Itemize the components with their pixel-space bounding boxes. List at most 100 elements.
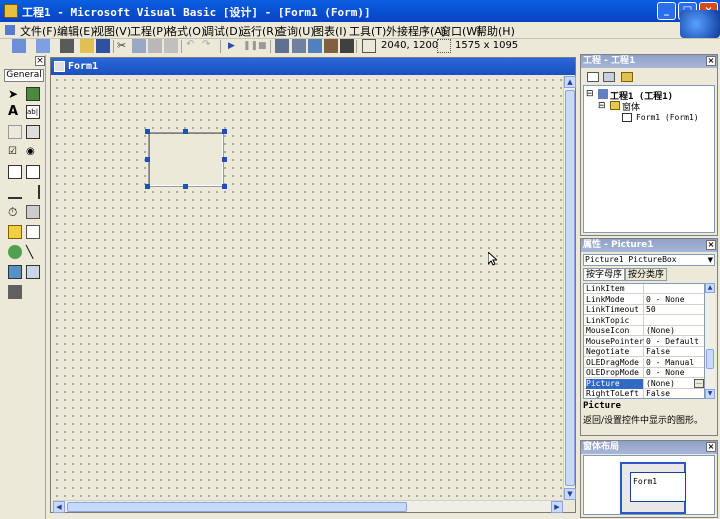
- scroll-right-icon[interactable]: ▶: [551, 501, 563, 513]
- property-row[interactable]: LinkTimeout 50: [584, 305, 704, 315]
- scroll-up-icon[interactable]: ▲: [564, 76, 576, 88]
- property-value[interactable]: 0 - Default: [646, 337, 704, 346]
- resize-handle[interactable]: [222, 184, 227, 189]
- resize-handle[interactable]: [145, 129, 150, 134]
- property-value[interactable]: False: [646, 347, 704, 356]
- scroll-thumb[interactable]: [706, 349, 714, 369]
- property-value[interactable]: 50: [646, 305, 704, 314]
- property-row-selected[interactable]: Picture (None)...: [584, 378, 704, 389]
- dropdown-arrow-icon[interactable]: ▼: [708, 255, 713, 265]
- menu-format[interactable]: 格式(O): [166, 23, 205, 39]
- menu-project[interactable]: 工程(P): [130, 23, 167, 39]
- view-object-icon[interactable]: [603, 72, 615, 82]
- add-form-icon[interactable]: [36, 39, 50, 53]
- window-titlebar[interactable]: 工程1 - Microsoft Visual Basic [设计] - [For…: [0, 0, 720, 22]
- form-position-preview[interactable]: Form1: [630, 472, 686, 502]
- data-tool-icon[interactable]: [26, 265, 40, 279]
- combobox-tool-icon[interactable]: [8, 165, 22, 179]
- resize-handle[interactable]: [145, 184, 150, 189]
- scroll-thumb[interactable]: [67, 502, 407, 512]
- property-row[interactable]: OLEDragMode 0 - Manual: [584, 357, 704, 368]
- drivelistbox-tool-icon[interactable]: [26, 205, 40, 219]
- form-layout-icon[interactable]: [308, 39, 322, 53]
- commandbutton-tool-icon[interactable]: [26, 125, 40, 139]
- object-selector[interactable]: Picture1 PictureBox ▼: [583, 254, 715, 266]
- resize-handle[interactable]: [222, 157, 227, 162]
- property-grid-scrollbar[interactable]: ▲ ▼: [705, 283, 715, 399]
- property-row[interactable]: LinkTopic: [584, 315, 704, 326]
- menu-help[interactable]: 帮助(H): [476, 23, 515, 39]
- property-value[interactable]: 0 - None: [646, 368, 704, 377]
- dirlistbox-tool-icon[interactable]: [8, 225, 22, 239]
- line-tool-icon[interactable]: ╲: [26, 245, 40, 259]
- menu-editor-icon[interactable]: [60, 39, 74, 53]
- optionbutton-tool-icon[interactable]: ◉: [26, 145, 40, 159]
- property-row[interactable]: LinkMode 0 - None: [584, 294, 704, 305]
- picturebox-control[interactable]: [148, 132, 224, 187]
- menu-diagram[interactable]: 图表(I): [313, 23, 347, 39]
- hscrollbar-tool-icon[interactable]: [8, 185, 22, 199]
- tree-expander-icon[interactable]: ⊟: [586, 89, 594, 99]
- property-row[interactable]: RightToLeft False: [584, 389, 704, 398]
- view-code-icon[interactable]: [587, 72, 599, 82]
- project-explorer-icon[interactable]: [275, 39, 289, 53]
- start-icon[interactable]: ▶: [228, 39, 242, 53]
- undo-icon[interactable]: ↶: [186, 39, 200, 53]
- resize-handle[interactable]: [145, 157, 150, 162]
- find-icon[interactable]: [164, 39, 178, 53]
- filelistbox-tool-icon[interactable]: [26, 225, 40, 239]
- copy-icon[interactable]: [132, 39, 146, 53]
- toggle-folders-icon[interactable]: [621, 72, 633, 82]
- menu-tools[interactable]: 工具(T): [349, 23, 386, 39]
- property-value[interactable]: False: [646, 389, 704, 398]
- tree-form1-item[interactable]: Form1 (Form1): [636, 113, 699, 122]
- menu-run[interactable]: 运行(R): [240, 23, 278, 39]
- property-row[interactable]: LinkItem: [584, 284, 704, 294]
- properties-window-icon[interactable]: [292, 39, 306, 53]
- form-titlebar[interactable]: Form1: [51, 58, 575, 75]
- toolbox-tab-general[interactable]: General: [4, 69, 44, 82]
- project-close-button[interactable]: ×: [706, 56, 716, 66]
- property-value[interactable]: 0 - None: [646, 295, 704, 304]
- form-horizontal-scrollbar[interactable]: ◀ ▶: [53, 500, 563, 513]
- menu-query[interactable]: 查询(U): [276, 23, 315, 39]
- menu-debug[interactable]: 调试(D): [203, 23, 242, 39]
- menu-addins[interactable]: 外接程序(A): [386, 23, 446, 39]
- form-vertical-scrollbar[interactable]: ▲ ▼: [563, 76, 576, 500]
- cut-icon[interactable]: ✂: [117, 39, 131, 53]
- scroll-up-icon[interactable]: ▲: [705, 283, 715, 293]
- ole-tool-icon[interactable]: [8, 285, 22, 299]
- paste-icon[interactable]: [148, 39, 162, 53]
- properties-close-button[interactable]: ×: [706, 240, 716, 250]
- scroll-down-icon[interactable]: ▼: [564, 488, 576, 500]
- image-tool-icon[interactable]: [8, 265, 22, 279]
- object-browser-icon[interactable]: [324, 39, 338, 53]
- shape-tool-icon[interactable]: [8, 245, 22, 259]
- property-value[interactable]: 0 - Manual: [646, 358, 704, 367]
- label-tool-icon[interactable]: A: [8, 105, 22, 119]
- layout-close-button[interactable]: ×: [706, 442, 716, 452]
- form-canvas[interactable]: [53, 76, 563, 500]
- tree-forms-folder[interactable]: 窗体: [622, 100, 640, 113]
- menu-edit[interactable]: 编辑(E): [57, 23, 95, 39]
- vscrollbar-tool-icon[interactable]: [26, 185, 40, 199]
- toolbox-close-button[interactable]: ×: [35, 56, 45, 66]
- resize-handle[interactable]: [183, 184, 188, 189]
- property-row[interactable]: MouseIcon (None): [584, 326, 704, 336]
- listbox-tool-icon[interactable]: [26, 165, 40, 179]
- frame-tool-icon[interactable]: [8, 125, 22, 139]
- open-project-icon[interactable]: [80, 39, 94, 53]
- toolbox-icon[interactable]: [340, 39, 354, 53]
- scroll-left-icon[interactable]: ◀: [53, 501, 65, 513]
- pointer-tool-icon[interactable]: ➤: [8, 87, 22, 101]
- ellipsis-button[interactable]: ...: [694, 378, 704, 388]
- picturebox-tool-icon[interactable]: [26, 87, 40, 101]
- break-icon[interactable]: ❚❚: [243, 39, 258, 53]
- tab-alphabetic[interactable]: 按字母序: [583, 268, 625, 281]
- timer-tool-icon[interactable]: ⏱: [8, 205, 22, 219]
- property-row[interactable]: OLEDropMode 0 - None: [584, 368, 704, 378]
- property-row[interactable]: MousePointer 0 - Default: [584, 336, 704, 347]
- property-row[interactable]: Negotiate False: [584, 347, 704, 357]
- resize-handle[interactable]: [222, 129, 227, 134]
- add-project-icon[interactable]: [12, 39, 26, 53]
